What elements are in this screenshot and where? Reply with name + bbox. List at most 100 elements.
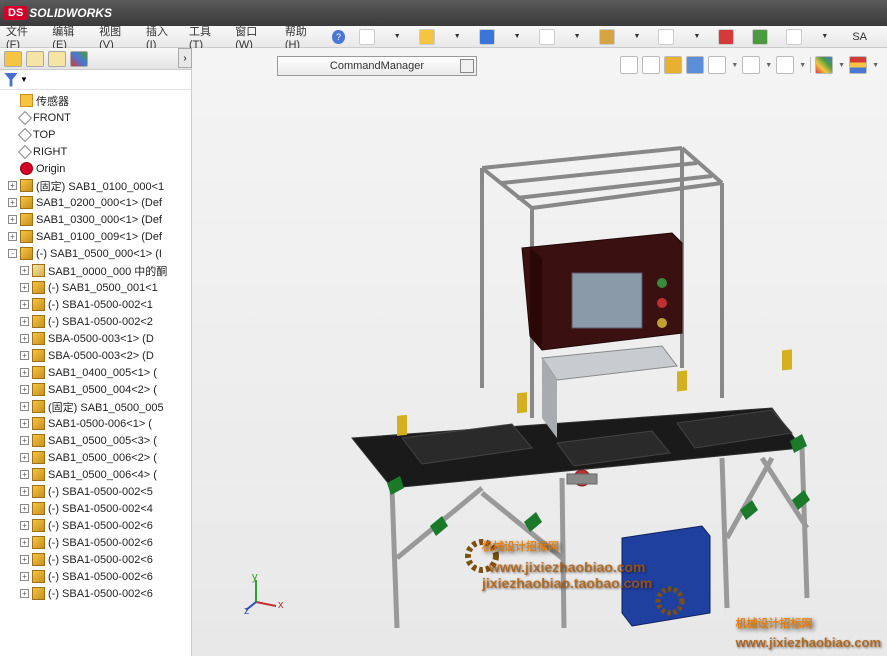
tree-item[interactable]: Origin xyxy=(2,160,189,177)
menu-window[interactable]: 窗口(W) xyxy=(235,23,271,51)
expander-icon[interactable]: + xyxy=(20,266,29,275)
tree-item[interactable]: + (-) SBA1-0500-002<4 xyxy=(2,500,189,517)
expander-icon[interactable]: + xyxy=(20,385,29,394)
expander-icon[interactable]: + xyxy=(20,521,29,530)
apply-scene-icon[interactable] xyxy=(849,56,867,74)
options-icon[interactable] xyxy=(752,29,768,45)
tree-item[interactable]: +SAB1_0500_006<2> ( xyxy=(2,449,189,466)
expander-icon[interactable]: + xyxy=(20,453,29,462)
expander-icon[interactable]: + xyxy=(20,487,29,496)
display-style-icon[interactable] xyxy=(742,56,760,74)
edit-appearance-icon[interactable] xyxy=(815,56,833,74)
open-icon[interactable] xyxy=(419,29,435,45)
menu-tools[interactable]: 工具(T) xyxy=(189,23,221,51)
tree-item[interactable]: +(-) SBA1-0500-002<6 xyxy=(2,585,189,602)
tree-item[interactable]: +(-) SBA1-0500-002<1 xyxy=(2,296,189,313)
tree-item[interactable]: +(固定) SAB1_0100_000<1 xyxy=(2,177,189,194)
tree-label: (-) SAB1_0500_001<1 xyxy=(48,282,158,294)
expander-icon[interactable]: + xyxy=(20,368,29,377)
menu-file[interactable]: 文件(F) xyxy=(6,23,38,51)
tree-item[interactable]: 传感器 xyxy=(2,92,189,109)
expander-icon[interactable]: + xyxy=(8,232,17,241)
tab-property[interactable] xyxy=(26,51,44,67)
zoom-fit-icon[interactable] xyxy=(620,56,638,74)
tree-item[interactable]: -(-) SAB1_0500_000<1> (I xyxy=(2,245,189,262)
help-icon[interactable]: ? xyxy=(332,30,345,44)
new-doc-icon[interactable] xyxy=(359,29,375,45)
expander-icon[interactable]: + xyxy=(20,589,29,598)
tree-item[interactable]: TOP xyxy=(2,126,189,143)
undo-icon[interactable] xyxy=(599,29,615,45)
tree-item[interactable]: +(-) SBA1-0500-002<2 xyxy=(2,313,189,330)
section-view-icon[interactable] xyxy=(686,56,704,74)
print-icon[interactable] xyxy=(539,29,555,45)
tree-item[interactable]: +SBA-0500-003<2> (D xyxy=(2,347,189,364)
3d-viewport[interactable]: CommandManager ▼ ▼ ▼ ▼ ▼ xyxy=(192,48,887,656)
menu-insert[interactable]: 插入(I) xyxy=(146,23,175,51)
cm-minimize-icon[interactable] xyxy=(460,59,474,73)
expander-icon[interactable]: + xyxy=(20,538,29,547)
expander-icon[interactable]: + xyxy=(20,555,29,564)
expander-icon[interactable]: + xyxy=(20,572,29,581)
menu-view[interactable]: 视图(V) xyxy=(99,23,132,51)
tree-label: SAB1_0500_005<3> ( xyxy=(48,435,157,447)
tree-item[interactable]: +SAB1_0400_005<1> ( xyxy=(2,364,189,381)
expander-icon[interactable]: + xyxy=(20,283,29,292)
expander-icon[interactable]: + xyxy=(8,215,17,224)
hide-show-icon[interactable] xyxy=(776,56,794,74)
expander-icon[interactable]: + xyxy=(8,198,17,207)
command-manager-bar[interactable]: CommandManager xyxy=(277,56,477,76)
menu-help[interactable]: 帮助(H) xyxy=(285,23,318,51)
expander-icon[interactable]: + xyxy=(20,300,29,309)
filter-dropdown-icon[interactable]: ▼ xyxy=(20,75,28,84)
tab-config[interactable] xyxy=(48,51,66,67)
part-icon xyxy=(32,400,45,413)
tree-item[interactable]: FRONT xyxy=(2,109,189,126)
tree-item[interactable]: +SBA-0500-003<1> (D xyxy=(2,330,189,347)
tree-item[interactable]: +(-) SBA1-0500-002<6 xyxy=(2,517,189,534)
expander-icon[interactable]: + xyxy=(20,419,29,428)
tree-item[interactable]: +(固定) SAB1_0500_005 xyxy=(2,398,189,415)
tree-item[interactable]: +(-) SBA1-0500-002<6 xyxy=(2,551,189,568)
expander-icon[interactable]: + xyxy=(20,317,29,326)
watermark-gear-icon xyxy=(653,584,687,618)
expander-icon[interactable]: + xyxy=(20,436,29,445)
tree-item[interactable]: + SAB1_0500_005<3> ( xyxy=(2,432,189,449)
expander-icon[interactable]: + xyxy=(20,402,29,411)
tree-label: Origin xyxy=(36,163,65,175)
rebuild-icon[interactable] xyxy=(718,29,734,45)
expander-icon[interactable]: + xyxy=(20,470,29,479)
previous-view-icon[interactable] xyxy=(664,56,682,74)
tree-item[interactable]: +SAB1_0000_000 中的酮 xyxy=(2,262,189,279)
view-orient-icon[interactable] xyxy=(708,56,726,74)
tree-label: (-) SBA1-0500-002<4 xyxy=(48,503,153,515)
filter-icon[interactable] xyxy=(4,73,18,87)
menu-edit[interactable]: 编辑(E) xyxy=(52,23,85,51)
tab-display[interactable] xyxy=(70,51,88,67)
tree-item[interactable]: + (-) SAB1_0500_001<1 xyxy=(2,279,189,296)
expander-icon[interactable]: + xyxy=(20,351,29,360)
feature-tree[interactable]: 传感器FRONTTOPRIGHT Origin +(固定) SAB1_0100_00… xyxy=(0,90,191,656)
doc-suffix: SA xyxy=(852,31,867,43)
tree-item[interactable]: +SAB1_0500_006<4> ( xyxy=(2,466,189,483)
tree-item[interactable]: +(-) SBA1-0500-002<6 xyxy=(2,534,189,551)
save-icon[interactable] xyxy=(479,29,495,45)
tree-item[interactable]: +SAB1_0200_000<1> (Def xyxy=(2,194,189,211)
expander-icon[interactable]: + xyxy=(8,181,17,190)
tree-item[interactable]: +(-) SBA1-0500-002<6 xyxy=(2,568,189,585)
expander-icon[interactable]: + xyxy=(20,334,29,343)
select-icon[interactable] xyxy=(658,29,674,45)
part-icon xyxy=(32,502,45,515)
expander-icon[interactable]: + xyxy=(20,504,29,513)
capture-icon[interactable] xyxy=(786,29,802,45)
tree-item[interactable]: +SAB1_0300_000<1> (Def xyxy=(2,211,189,228)
expander-icon[interactable]: - xyxy=(8,249,17,258)
tab-feature-tree[interactable] xyxy=(4,51,22,67)
sidebar-collapse-icon[interactable]: › xyxy=(178,48,192,68)
tree-item[interactable]: +SAB1_0500_004<2> ( xyxy=(2,381,189,398)
zoom-area-icon[interactable] xyxy=(642,56,660,74)
tree-item[interactable]: +SAB1_0100_009<1> (Def xyxy=(2,228,189,245)
tree-item[interactable]: RIGHT xyxy=(2,143,189,160)
tree-item[interactable]: +(-) SBA1-0500-002<5 xyxy=(2,483,189,500)
tree-item[interactable]: +SAB1-0500-006<1> ( xyxy=(2,415,189,432)
